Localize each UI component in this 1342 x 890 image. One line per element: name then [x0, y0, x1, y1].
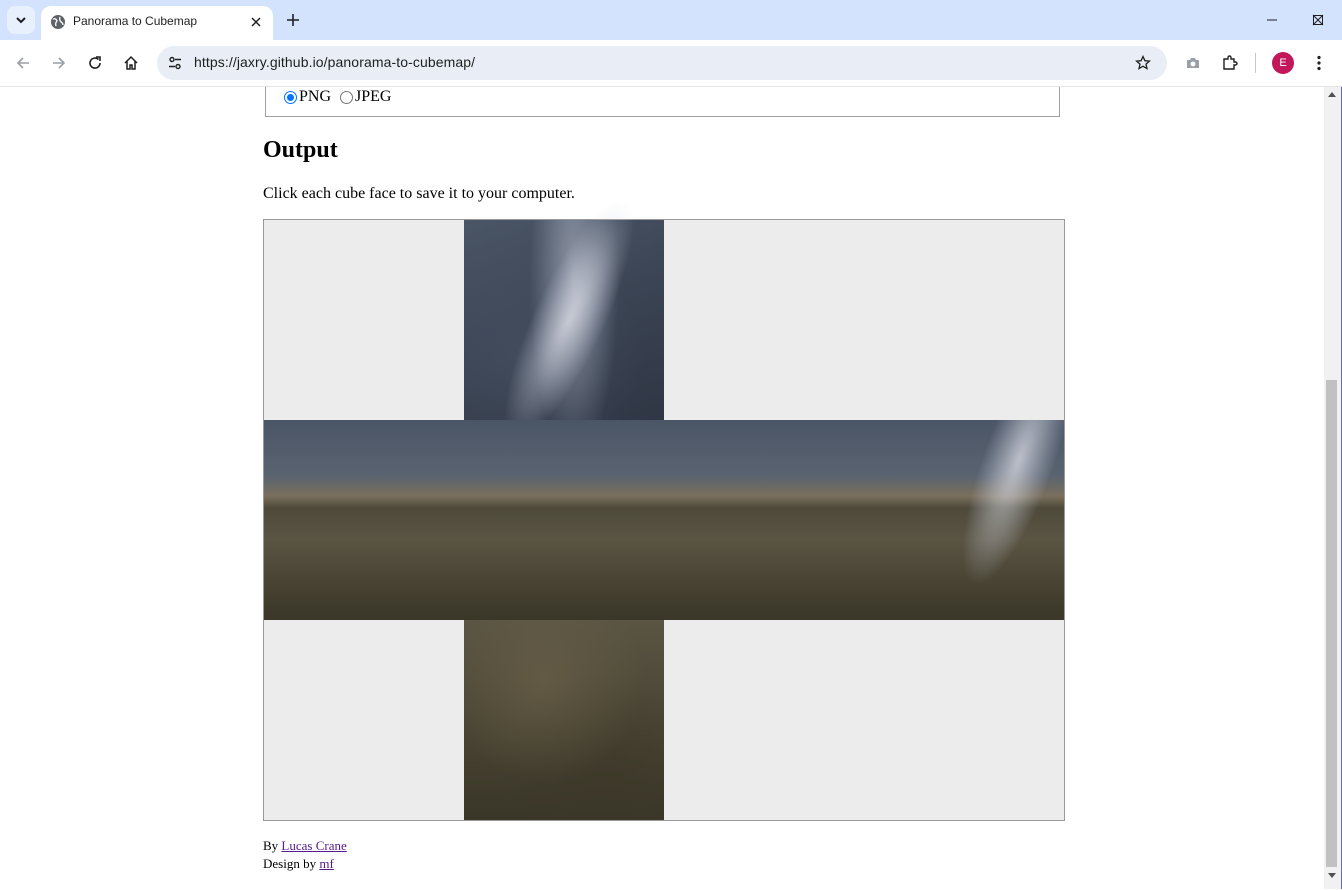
footer-design: Design by mf — [263, 856, 334, 872]
cube-face-right[interactable] — [664, 420, 864, 620]
footer-author: By Lucas Crane — [263, 838, 347, 854]
url-text: https://jaxry.github.io/panorama-to-cube… — [194, 54, 476, 70]
close-icon[interactable] — [247, 13, 265, 31]
milky-way — [941, 420, 1064, 595]
tune-icon[interactable] — [163, 51, 187, 75]
tab-list-button[interactable] — [7, 6, 35, 34]
plus-icon[interactable] — [281, 8, 305, 32]
footer-design-label: Design by — [263, 856, 317, 871]
minimize-icon[interactable] — [1249, 0, 1295, 40]
camera-icon[interactable] — [1181, 51, 1205, 75]
scroll-thumb[interactable] — [1326, 380, 1337, 867]
scroll-down-icon[interactable] — [1328, 873, 1336, 879]
author-link[interactable]: Lucas Crane — [281, 838, 346, 853]
milky-way — [482, 187, 656, 453]
tab-title: Panorama to Cubemap — [73, 14, 198, 28]
footer-by-label: By — [263, 838, 279, 853]
scroll-up-icon[interactable] — [1328, 91, 1336, 97]
home-icon[interactable] — [119, 51, 143, 75]
reload-icon[interactable] — [83, 51, 107, 75]
puzzle-icon[interactable] — [1218, 51, 1242, 75]
close-icon[interactable] — [1295, 0, 1341, 40]
output-description: Click each cube face to save it to your … — [263, 185, 575, 202]
globe-icon — [50, 14, 66, 35]
address-bar[interactable]: https://jaxry.github.io/panorama-to-cube… — [157, 46, 1167, 80]
chevron-down-icon — [16, 17, 26, 24]
tab-active[interactable]: Panorama to Cubemap — [41, 6, 273, 40]
cubemap-output — [263, 187, 1065, 821]
toolbar-separator — [1255, 53, 1256, 73]
star-icon[interactable] — [1131, 51, 1155, 75]
avatar[interactable]: E — [1272, 52, 1294, 74]
output-heading: Output — [263, 137, 338, 163]
page-content: PNG JPEG Output Click each cube face to … — [0, 87, 1324, 889]
arrow-right-icon[interactable] — [47, 51, 71, 75]
cube-face-bottom[interactable] — [464, 620, 664, 820]
vertical-scrollbar[interactable] — [1324, 87, 1341, 889]
format-options: PNG JPEG — [284, 88, 391, 106]
cube-face-front[interactable] — [464, 420, 664, 620]
radio-jpeg-label[interactable]: JPEG — [355, 88, 391, 106]
radio-png[interactable] — [284, 90, 297, 104]
cube-face-back[interactable] — [864, 420, 1064, 620]
radio-png-label[interactable]: PNG — [299, 88, 331, 106]
tab-strip: Panorama to Cubemap — [0, 0, 1342, 40]
radio-jpeg[interactable] — [340, 90, 354, 104]
kebab-menu-icon[interactable] — [1307, 51, 1331, 75]
cube-face-left[interactable] — [264, 420, 464, 620]
designer-link[interactable]: mf — [319, 856, 333, 871]
cube-face-top[interactable] — [464, 187, 664, 453]
arrow-left-icon[interactable] — [11, 51, 35, 75]
browser-toolbar: https://jaxry.github.io/panorama-to-cube… — [0, 40, 1342, 87]
